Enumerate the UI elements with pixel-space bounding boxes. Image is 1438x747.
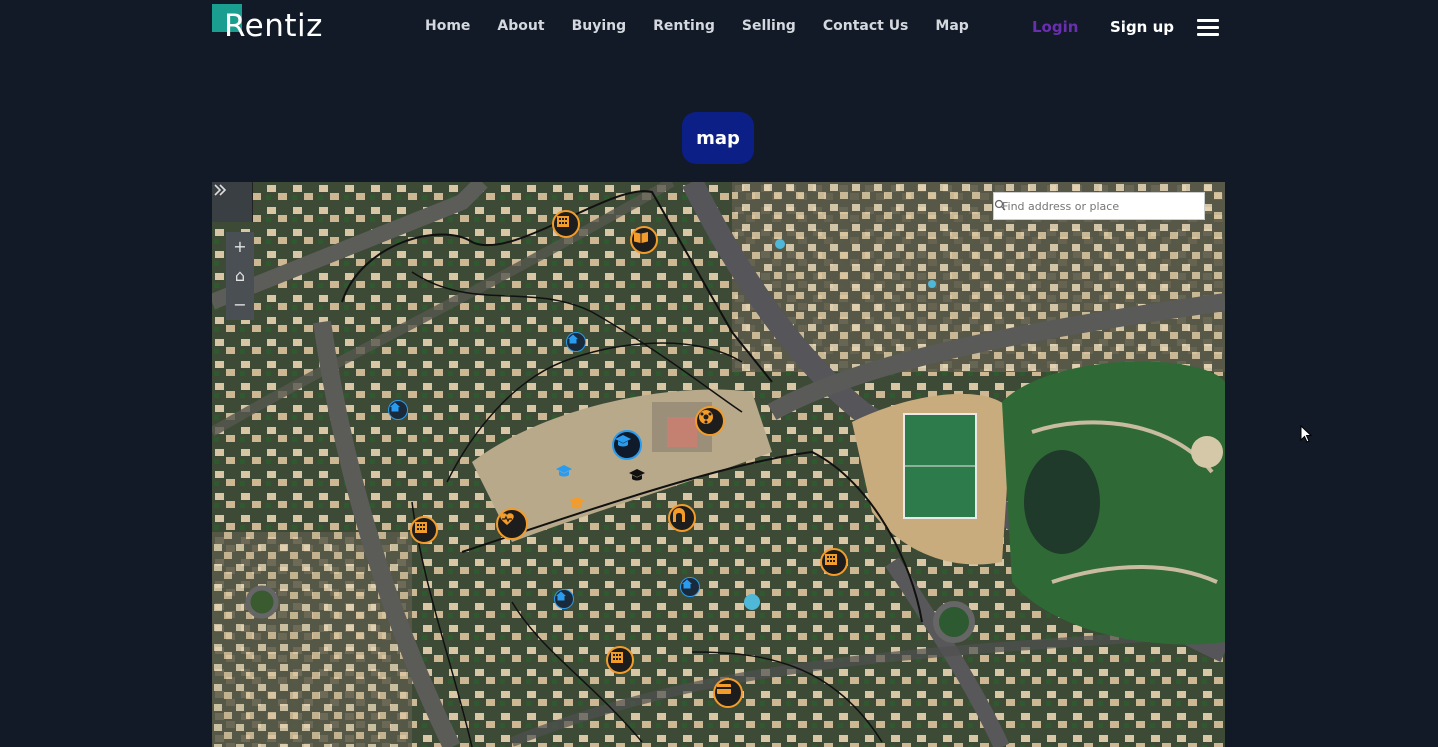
login-link[interactable]: Login <box>1032 18 1078 36</box>
map-view[interactable]: + ⌂ − <box>212 182 1225 747</box>
mouse-cursor-icon <box>1300 425 1312 443</box>
chevrons-right-icon <box>214 184 227 196</box>
mosque-marker-icon[interactable] <box>668 504 696 532</box>
nav-links: Home About Buying Renting Selling Contac… <box>425 18 996 34</box>
zoom-in-button[interactable]: + <box>226 237 254 257</box>
bank-marker-icon[interactable] <box>713 678 743 708</box>
brand-name: Rentiz <box>224 8 323 44</box>
map-expand-button[interactable] <box>212 182 253 222</box>
stadium-marker-icon[interactable] <box>695 406 725 436</box>
nav-link-home[interactable]: Home <box>425 18 470 34</box>
satellite-map-image <box>212 182 1225 747</box>
nav-link-buying[interactable]: Buying <box>572 18 627 34</box>
school-marker-icon[interactable] <box>568 494 592 518</box>
nav-link-contact[interactable]: Contact Us <box>823 18 909 34</box>
home-marker-icon[interactable] <box>554 589 574 609</box>
school-marker-icon[interactable] <box>555 462 579 486</box>
map-home-button[interactable]: ⌂ <box>226 266 254 286</box>
nav-link-map[interactable]: Map <box>935 18 968 34</box>
home-marker-icon[interactable] <box>566 332 586 352</box>
nav-link-renting[interactable]: Renting <box>653 18 715 34</box>
map-zoom-controls: + ⌂ − <box>226 232 254 320</box>
building-marker-icon[interactable] <box>820 548 848 576</box>
school-marker-icon[interactable] <box>612 430 642 460</box>
search-icon[interactable] <box>994 199 1006 211</box>
map-search-input[interactable] <box>994 193 1190 219</box>
map-search-box <box>993 192 1205 220</box>
hospital-marker-icon[interactable] <box>496 508 528 540</box>
navbar: Rentiz Home About Buying Renting Selling… <box>0 0 1438 56</box>
signup-link[interactable]: Sign up <box>1110 18 1174 36</box>
building-marker-icon[interactable] <box>552 210 580 238</box>
school-marker-icon[interactable] <box>628 466 654 492</box>
hamburger-menu-icon[interactable] <box>1197 19 1219 37</box>
building-marker-icon[interactable] <box>410 516 438 544</box>
library-marker-icon[interactable] <box>630 226 658 254</box>
home-marker-icon[interactable] <box>388 400 408 420</box>
page-title-badge: map <box>682 112 754 164</box>
nav-link-about[interactable]: About <box>497 18 544 34</box>
home-marker-icon[interactable] <box>680 577 700 597</box>
nav-link-selling[interactable]: Selling <box>742 18 796 34</box>
zoom-out-button[interactable]: − <box>226 295 254 315</box>
building-marker-icon[interactable] <box>606 646 634 674</box>
